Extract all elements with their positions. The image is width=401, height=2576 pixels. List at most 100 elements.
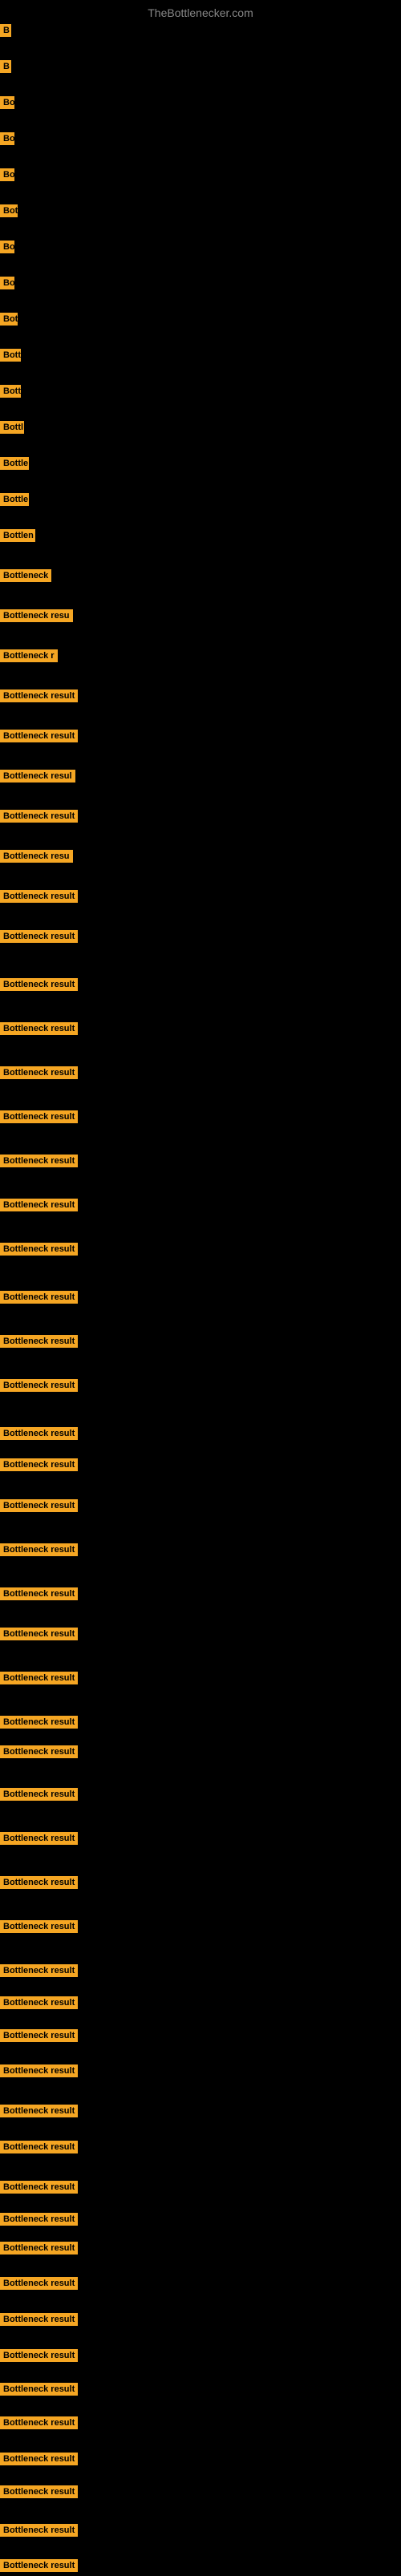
bottleneck-label: Bottleneck result: [0, 2029, 78, 2042]
bottleneck-label: Bottleneck result: [0, 1427, 78, 1440]
bottleneck-item: Bottleneck result: [0, 978, 78, 995]
bottleneck-item: Bottleneck result: [0, 2349, 78, 2366]
bottleneck-label: Bottleneck result: [0, 1876, 78, 1889]
bottleneck-item: Bott: [0, 349, 21, 366]
bottleneck-label: Bottleneck result: [0, 1628, 78, 1640]
bottleneck-item: Bottl: [0, 421, 24, 438]
bottleneck-label: B: [0, 60, 11, 73]
bottleneck-item: Bottleneck result: [0, 1110, 78, 1127]
bottleneck-item: Bottleneck result: [0, 1066, 78, 1083]
bottleneck-label: Bottleneck result: [0, 1155, 78, 1167]
bottleneck-label: Bottleneck result: [0, 978, 78, 991]
bottleneck-item: Bottleneck result: [0, 810, 78, 827]
bottleneck-item: Bottleneck result: [0, 1628, 78, 1644]
bottleneck-label: Bottleneck result: [0, 2383, 78, 2396]
bottleneck-label: Bottleneck result: [0, 1745, 78, 1758]
bottleneck-label: Bottleneck result: [0, 1716, 78, 1729]
bottleneck-item: Bottleneck result: [0, 1499, 78, 1516]
bottleneck-item: Bottleneck result: [0, 2105, 78, 2121]
bottleneck-item: Bottleneck result: [0, 689, 78, 706]
bottleneck-label: Bottleneck result: [0, 890, 78, 903]
bottleneck-label: Bottleneck result: [0, 2213, 78, 2226]
bottleneck-item: B: [0, 60, 11, 77]
bottleneck-label: Bottleneck result: [0, 1499, 78, 1512]
bottleneck-item: Bottleneck result: [0, 1243, 78, 1260]
bottleneck-label: Bottleneck result: [0, 1788, 78, 1801]
bottleneck-item: Bo: [0, 277, 14, 293]
bottleneck-label: Bott: [0, 349, 21, 362]
bottleneck-item: Bottleneck result: [0, 1716, 78, 1733]
bottleneck-item: Bottleneck result: [0, 2559, 78, 2576]
bottleneck-label: Bottleneck result: [0, 1199, 78, 1211]
bottleneck-item: Bo: [0, 96, 14, 113]
bottleneck-label: Bottleneck result: [0, 1379, 78, 1392]
bottleneck-label: Bottleneck result: [0, 1920, 78, 1933]
bottleneck-label: Bottleneck result: [0, 2485, 78, 2498]
bottleneck-item: Bottleneck resul: [0, 770, 75, 787]
bottleneck-item: Bot: [0, 204, 18, 221]
bottleneck-label: Bottleneck result: [0, 1335, 78, 1348]
bottleneck-item: Bottleneck result: [0, 2313, 78, 2330]
bottleneck-item: Bottleneck result: [0, 1964, 78, 1981]
bottleneck-label: Bottleneck result: [0, 2559, 78, 2572]
bottleneck-item: Bottleneck resu: [0, 850, 73, 867]
bottleneck-item: Bottleneck result: [0, 1543, 78, 1560]
bottleneck-item: Bottleneck: [0, 569, 51, 586]
bottleneck-label: Bo: [0, 132, 14, 145]
bottleneck-item: Bottleneck result: [0, 1379, 78, 1396]
bottleneck-item: Bottleneck resu: [0, 609, 73, 626]
bottleneck-item: Bottleneck r: [0, 649, 58, 666]
bottleneck-item: Bottleneck result: [0, 1458, 78, 1475]
bottleneck-label: Bo: [0, 96, 14, 109]
bottleneck-label: Bottleneck result: [0, 1964, 78, 1977]
bottleneck-label: Bottle: [0, 493, 29, 506]
bottleneck-label: Bottleneck result: [0, 930, 78, 943]
bottleneck-item: Bottleneck result: [0, 1920, 78, 1937]
bottleneck-label: Bott: [0, 385, 21, 398]
bottleneck-item: Bottleneck result: [0, 2242, 78, 2259]
bottleneck-item: Bot: [0, 313, 18, 330]
bottleneck-label: Bottleneck: [0, 569, 51, 582]
bottleneck-label: Bottleneck result: [0, 1022, 78, 1035]
bottleneck-item: Bottleneck result: [0, 2141, 78, 2157]
bottleneck-item: Bottleneck result: [0, 2213, 78, 2230]
bottleneck-label: Bot: [0, 313, 18, 326]
bottleneck-label: Bottleneck result: [0, 2105, 78, 2117]
bottleneck-item: Bottleneck result: [0, 890, 78, 907]
bottleneck-label: Bottleneck result: [0, 2277, 78, 2290]
bottleneck-item: Bottleneck result: [0, 1996, 78, 2013]
bottleneck-label: B: [0, 24, 11, 37]
bottleneck-item: Bottleneck result: [0, 2524, 78, 2541]
bottleneck-label: Bottleneck result: [0, 810, 78, 823]
bottleneck-label: Bottleneck result: [0, 2416, 78, 2429]
bottleneck-label: Bottleneck result: [0, 2181, 78, 2194]
bottleneck-item: Bott: [0, 385, 21, 402]
bottleneck-label: Bottleneck resul: [0, 770, 75, 783]
bottleneck-label: Bottleneck result: [0, 2524, 78, 2537]
bottleneck-item: Bottleneck result: [0, 1335, 78, 1352]
bottleneck-item: Bo: [0, 168, 14, 185]
bottleneck-label: Bottleneck result: [0, 2242, 78, 2255]
bottleneck-label: Bottleneck result: [0, 730, 78, 742]
bottleneck-item: Bottleneck result: [0, 1155, 78, 1171]
bottleneck-item: Bottleneck result: [0, 2485, 78, 2502]
bottleneck-item: Bottleneck result: [0, 2029, 78, 2046]
bottleneck-label: Bottleneck result: [0, 1587, 78, 1600]
bottleneck-item: Bottleneck result: [0, 2416, 78, 2433]
bottleneck-item: Bottleneck result: [0, 1876, 78, 1893]
bottleneck-label: Bottle: [0, 457, 29, 470]
bottleneck-item: Bottleneck result: [0, 730, 78, 746]
bottleneck-item: Bottlen: [0, 529, 35, 546]
bottleneck-label: Bottleneck result: [0, 2349, 78, 2362]
bottleneck-label: Bottleneck r: [0, 649, 58, 662]
bottleneck-item: Bottleneck result: [0, 1587, 78, 1604]
bottleneck-item: Bottleneck result: [0, 1022, 78, 1039]
bottleneck-label: Bottleneck result: [0, 2313, 78, 2326]
bottleneck-item: Bo: [0, 132, 14, 149]
bottleneck-item: Bottle: [0, 457, 29, 474]
bottleneck-item: Bottleneck result: [0, 1832, 78, 1849]
bottleneck-item: Bottleneck result: [0, 1199, 78, 1215]
bottleneck-label: Bo: [0, 168, 14, 181]
bottleneck-label: Bottleneck result: [0, 689, 78, 702]
bottleneck-item: Bottleneck result: [0, 1427, 78, 1444]
